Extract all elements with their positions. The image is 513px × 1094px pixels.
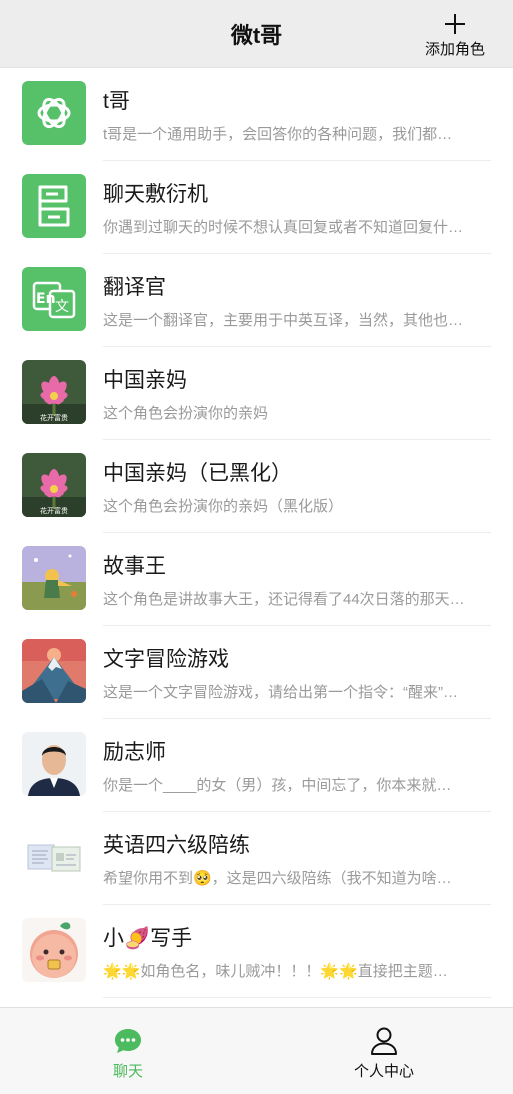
role-item-motivator[interactable]: 励志师 你是一个____的女（男）孩，中间忘了，你本来就… (0, 719, 513, 812)
chat-bubble-icon (115, 1029, 141, 1053)
document-stack-icon (22, 174, 86, 238)
role-item-cet-tutor[interactable]: 英语四六级陪练 希望你用不到🥺，这是四六级陪练（我不知道为啥… (0, 812, 513, 905)
mountain-illustration (22, 639, 86, 703)
role-item-chinese-mom[interactable]: 花开富贵 中国亲妈 这个角色会扮演你的亲妈 (0, 347, 513, 440)
man-portrait-photo (22, 732, 86, 796)
role-item-text-adventure[interactable]: 文字冒险游戏 这是一个文字冒险游戏，请给出第一个指令：“醒来”… (0, 626, 513, 719)
role-description: 这是一个文字冒险游戏，请给出第一个指令：“醒来”… (103, 684, 458, 701)
role-item-tge[interactable]: t哥 t哥是一个通用助手，会回答你的各种问题，我们都… (0, 68, 513, 161)
role-description: 这个角色会扮演你的亲妈（黑化版） (103, 498, 344, 515)
avatar-caption: 花开富贵 (40, 506, 68, 515)
role-item-translator[interactable]: En 文 翻译官 这是一个翻译官，主要用于中英互译，当然，其他也… (0, 254, 513, 347)
svg-text:文: 文 (55, 299, 69, 315)
avatar-caption: 花开富贵 (40, 413, 68, 422)
role-name: 文字冒险游戏 (103, 648, 229, 671)
role-description: 这个角色是讲故事大王，还记得看了44次日落的那天… (103, 591, 465, 608)
role-item-story-king[interactable]: 故事王 这个角色是讲故事大王，还记得看了44次日落的那天… (0, 533, 513, 626)
tab-chat-label: 聊天 (112, 1063, 143, 1080)
role-name: 小🍠写手 (103, 927, 193, 950)
svg-text:En: En (36, 291, 56, 307)
role-description: 希望你用不到🥺，这是四六级陪练（我不知道为啥… (103, 870, 452, 887)
lotus-photo: 花开富贵 (22, 453, 86, 517)
role-name: 故事王 (103, 555, 166, 578)
add-role-button[interactable]: 添加角色 (419, 8, 491, 59)
certificate-photo (22, 825, 86, 889)
role-description: 这是一个翻译官，主要用于中英互译，当然，其他也… (103, 312, 464, 329)
role-item-chinese-mom-dark[interactable]: 花开富贵 中国亲妈（已黑化） 这个角色会扮演你的亲妈（黑化版） (0, 440, 513, 533)
role-name: 中国亲妈 (103, 369, 187, 392)
role-description: 你遇到过聊天的时候不想认真回复或者不知道回复什… (103, 219, 464, 236)
role-description: 这个角色会扮演你的亲妈 (103, 405, 269, 422)
role-name: 励志师 (103, 741, 166, 764)
tab-chat[interactable]: 聊天 (0, 1008, 256, 1094)
bottom-tab-bar: 聊天 个人中心 (0, 1007, 513, 1094)
role-item-chat-brushoff[interactable]: 聊天敷衍机 你遇到过聊天的时候不想认真回复或者不知道回复什… (0, 161, 513, 254)
role-name: t哥 (103, 90, 130, 113)
role-list: t哥 t哥是一个通用助手，会回答你的各种问题，我们都… 聊天敷衍机 你遇到过聊天… (0, 68, 513, 998)
divider (103, 997, 491, 998)
lotus-photo: 花开富贵 (22, 360, 86, 424)
add-role-label: 添加角色 (424, 41, 485, 58)
little-prince-illustration (22, 546, 86, 610)
role-name: 英语四六级陪练 (103, 834, 250, 857)
tab-profile-label: 个人中心 (353, 1063, 414, 1080)
role-description: 🌟🌟如角色名，味儿贼冲！！！🌟🌟直接把主题… (103, 963, 448, 980)
role-item-xhs-writer[interactable]: 小🍠写手 🌟🌟如角色名，味儿贼冲！！！🌟🌟直接把主题… (0, 905, 513, 998)
plus-icon (445, 14, 465, 34)
top-bar: 微t哥 添加角色 (0, 0, 513, 68)
role-name: 翻译官 (103, 276, 166, 299)
openai-logo-icon (22, 81, 86, 145)
person-icon (371, 1027, 397, 1055)
role-name: 中国亲妈（已黑化） (103, 462, 292, 485)
role-description: 你是一个____的女（男）孩，中间忘了，你本来就… (103, 777, 452, 794)
translate-icon: En 文 (22, 267, 86, 331)
role-description: t哥是一个通用助手，会回答你的各种问题，我们都… (103, 126, 453, 143)
sweet-potato-cartoon (22, 918, 86, 982)
role-name: 聊天敷衍机 (103, 183, 208, 206)
tab-profile[interactable]: 个人中心 (256, 1008, 512, 1094)
